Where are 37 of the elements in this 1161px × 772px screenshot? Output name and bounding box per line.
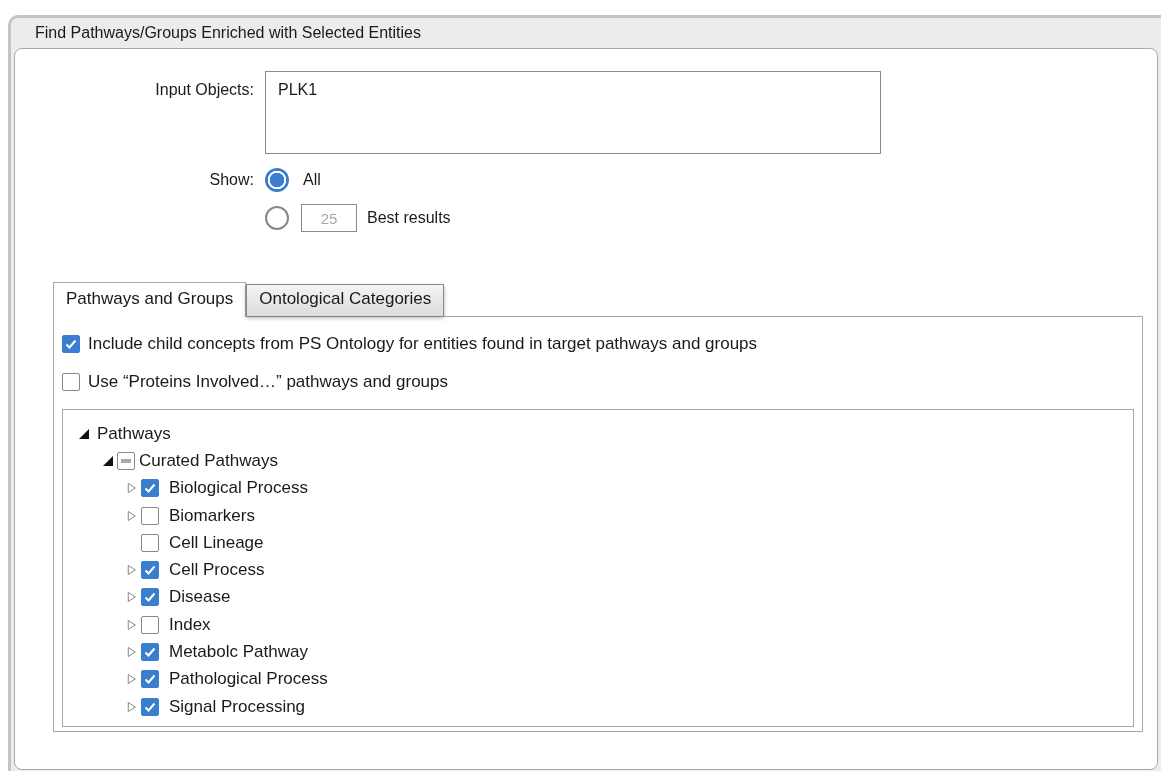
tab[interactable]: Ontological Categories — [246, 284, 445, 316]
checkbox[interactable] — [62, 335, 80, 353]
checkbox[interactable] — [141, 533, 159, 552]
expander-triangle-icon[interactable] — [102, 454, 114, 467]
checkbox[interactable] — [117, 451, 135, 470]
radio-button[interactable] — [265, 168, 289, 192]
checkbox[interactable] — [141, 615, 159, 634]
checkbox[interactable] — [141, 588, 159, 607]
window-title: Find Pathways/Groups Enriched with Selected Entities — [35, 24, 421, 41]
tree-item[interactable]: Cell Lineage — [169, 532, 264, 553]
checkbox[interactable] — [62, 373, 80, 391]
tree-item[interactable]: Pathological Process — [169, 669, 328, 690]
expander-triangle-icon[interactable] — [78, 427, 90, 440]
checkbox[interactable] — [141, 479, 159, 498]
tree-item[interactable]: Curated Pathways — [139, 450, 278, 471]
checkbox-label: Use “Proteins Involved…” pathways and groups — [88, 372, 448, 392]
show-label: Show: — [208, 170, 255, 189]
tree-item[interactable]: Pathways — [97, 423, 171, 444]
checkbox-label: Include child concepts from PS Ontology for entities found in target pathways and groups — [88, 334, 758, 354]
tree-item[interactable]: Biomarkers — [169, 505, 255, 526]
tab[interactable]: Pathways and Groups — [53, 282, 247, 317]
tree-item[interactable]: Signal Processing — [169, 696, 306, 717]
tree-item[interactable]: Disease — [169, 587, 231, 608]
tree-item[interactable]: Index — [169, 614, 211, 635]
radio-button[interactable] — [265, 206, 289, 230]
checkbox[interactable] — [141, 506, 159, 525]
tree-item[interactable]: Metabolc Pathway — [169, 642, 308, 662]
checkbox[interactable] — [141, 697, 159, 716]
checkbox[interactable] — [141, 670, 159, 689]
input-objects-field[interactable]: PLK1 — [265, 71, 881, 154]
tree-item[interactable]: Cell Process — [169, 560, 265, 581]
radio-label: All — [302, 171, 321, 189]
checkbox[interactable] — [141, 561, 159, 580]
checkbox[interactable] — [141, 643, 159, 661]
radio-label: Best results — [366, 209, 451, 227]
input-objects-label: Input Objects: — [154, 80, 255, 99]
tree-item[interactable]: Biological Process — [169, 478, 308, 499]
